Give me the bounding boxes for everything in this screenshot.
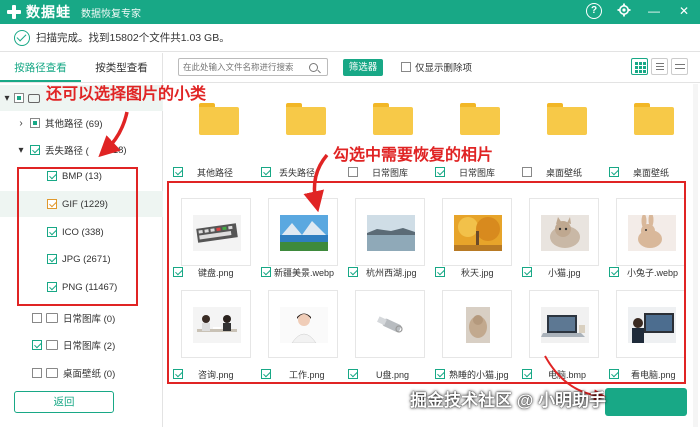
arrow-to-types: [98, 111, 129, 158]
arrow-to-photos: [303, 153, 329, 213]
annotation-arrows: [98, 111, 606, 402]
watermark-text: 掘金技术社区 @ 小明助手: [410, 391, 607, 410]
